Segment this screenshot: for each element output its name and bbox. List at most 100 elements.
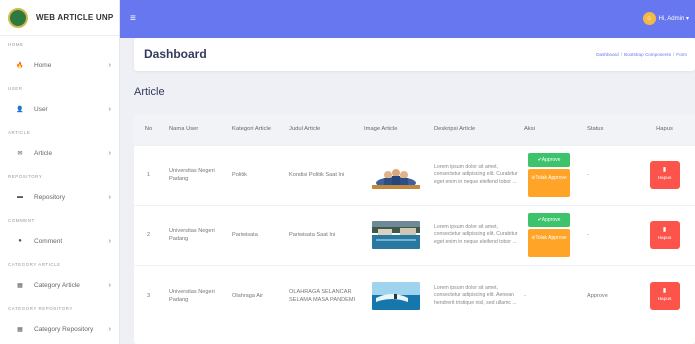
sidebar-section-header: ARTICLE	[8, 130, 31, 135]
approve-button[interactable]: ✔Approve	[528, 213, 570, 227]
sidebar-section-header: CATEGORY ARTICLE	[8, 262, 61, 267]
sidebar-item-label: Article	[34, 149, 53, 157]
section-title: Article	[134, 86, 165, 98]
fire-icon: 🔥	[16, 62, 24, 69]
sidebar-item-label: Category Article	[34, 281, 80, 289]
article-image	[372, 161, 420, 189]
chevron-right-icon: ›	[108, 281, 111, 289]
table-row: 3 Universitas Negeri Padang Olahraga Air…	[134, 264, 695, 327]
chevron-right-icon: ›	[108, 237, 111, 245]
user-name: Universitas Negeri Padang	[163, 144, 226, 205]
status: -	[581, 144, 634, 205]
article-description: Lorem ipsum dolor sit amet, consectetur …	[428, 144, 518, 205]
column-header: Deskripsi Article	[428, 114, 518, 145]
delete-button[interactable]: ▮ Hapus	[649, 282, 680, 311]
delete-button[interactable]: ▮ Hapus	[649, 221, 680, 249]
list-icon: ▦	[17, 326, 23, 333]
status: -	[581, 204, 634, 265]
user-name: Universitas Negeri Padang	[163, 204, 226, 265]
article-description: Lorem ipsum dolor sit amet, consectetur …	[428, 264, 518, 327]
user-icon: 👤	[16, 106, 24, 113]
university-logo	[8, 7, 28, 28]
chevron-right-icon: ›	[108, 325, 111, 333]
category: Olahraga Air	[226, 264, 283, 327]
topbar: ≡ ☺ Hi, Admin ▾	[120, 0, 695, 38]
sidebar-section-header: CATEGORY REPOSITORY	[8, 306, 73, 311]
comment-icon: ●	[18, 238, 22, 244]
brand-name: WEB ARTICLE UNP	[36, 13, 114, 22]
user-greeting: Hi, Admin ▾	[658, 16, 689, 22]
article-image	[372, 282, 420, 311]
user-dropdown[interactable]: ☺ Hi, Admin ▾	[642, 12, 689, 25]
delete-cell: ▮ Hapus	[634, 264, 695, 327]
article-title: Pariwisata Saat Ini	[283, 204, 358, 265]
delete-cell: ▮ Hapus	[634, 144, 695, 205]
sidebar-item-category-repository[interactable]: ▦ Category Repository ›	[0, 314, 119, 344]
table-row: 1 Universitas Negeri Padang Politik Kond…	[134, 144, 695, 205]
column-header: Status	[581, 114, 634, 145]
article-description: Lorem ipsum dolor sit amet, consectetur …	[428, 204, 518, 265]
image-cell	[358, 264, 428, 327]
sidebar-item-label: Repository	[34, 193, 66, 201]
article-table: No Nama User Kategori Article Judul Arti…	[134, 114, 695, 327]
status: Approve	[581, 264, 634, 327]
table-header-row: No Nama User Kategori Article Judul Arti…	[134, 114, 695, 145]
trash-icon: ▮	[662, 288, 667, 295]
column-header: Image Article	[358, 114, 428, 145]
sidebar-section-header: HOME	[8, 42, 24, 47]
delete-cell: ▮ Hapus	[634, 204, 695, 265]
brand[interactable]: WEB ARTICLE UNP	[0, 0, 119, 36]
action-cell: ✔Approve ⊘Tolak Approve	[518, 144, 581, 205]
sidebar-item-article[interactable]: ✉ Article ›	[0, 138, 119, 168]
sidebar-item-label: Comment	[34, 237, 63, 245]
sidebar-item-home[interactable]: 🔥 Home ›	[0, 50, 119, 80]
approve-button[interactable]: ✔Approve	[528, 153, 570, 167]
action-cell: -	[518, 264, 581, 327]
chevron-right-icon: ›	[108, 193, 111, 201]
sidebar-item-repository[interactable]: ▬ Repository ›	[0, 182, 119, 212]
article-title: Kondisi Politik Saat Ini	[283, 144, 358, 205]
delete-label: Hapus	[657, 236, 672, 241]
breadcrumb-item[interactable]: Bootstrap Components	[624, 52, 671, 57]
article-image	[372, 221, 420, 249]
chevron-right-icon: ›	[108, 105, 111, 113]
trash-icon: ▮	[662, 167, 667, 173]
row-number: 3	[134, 264, 163, 327]
sidebar-item-label: Category Repository	[34, 325, 94, 333]
table-row: 2 Universitas Negeri Padang Pariwisata P…	[134, 204, 695, 265]
sidebar-section-header: REPOSITORY	[8, 174, 43, 179]
action-cell: ✔Approve ⊘Tolak Approve	[518, 204, 581, 265]
image-cell	[358, 144, 428, 205]
avatar: ☺	[642, 12, 656, 25]
sidebar-item-category-article[interactable]: ▦ Category Article ›	[0, 270, 119, 300]
sidebar-section-header: USER	[8, 86, 23, 91]
sidebar-item-label: User	[34, 105, 48, 113]
list-icon: ▦	[17, 282, 23, 289]
delete-label: Hapus	[657, 297, 672, 303]
hamburger-menu-icon[interactable]: ≡	[130, 13, 136, 24]
row-number: 1	[134, 144, 163, 205]
section-header: Dashboard Dashboard / Bootstrap Components…	[134, 38, 695, 71]
breadcrumb-item[interactable]: Dashboard	[596, 52, 618, 57]
sidebar-item-label: Home	[34, 61, 52, 69]
reject-approve-button[interactable]: ⊘Tolak Approve	[528, 229, 570, 257]
reject-approve-button[interactable]: ⊘Tolak Approve	[528, 169, 570, 197]
category: Pariwisata	[226, 204, 283, 265]
sidebar-section-header: COMMENT	[8, 218, 35, 223]
category: Politik	[226, 144, 283, 205]
sidebar-item-user[interactable]: 👤 User ›	[0, 94, 119, 124]
breadcrumb-item: Form	[676, 52, 687, 57]
chevron-right-icon: ›	[108, 149, 111, 157]
row-number: 2	[134, 204, 163, 265]
article-table-card: No Nama User Kategori Article Judul Arti…	[134, 114, 695, 344]
chevron-right-icon: ›	[108, 61, 111, 69]
sidebar-item-comment[interactable]: ● Comment ›	[0, 226, 119, 256]
user-name: Universitas Negeri Padang	[163, 264, 226, 327]
article-title: OLAHRAGA SELANCAR SELAMA MASA PANDEMI	[283, 264, 358, 327]
column-header: Nama User	[163, 114, 226, 145]
column-header: No	[134, 114, 163, 145]
column-header: Judul Article	[283, 114, 358, 145]
column-header: Kategori Article	[226, 114, 283, 145]
delete-button[interactable]: ▮ Hapus	[649, 161, 680, 189]
breadcrumb: Dashboard / Bootstrap Components / Form	[596, 52, 687, 57]
